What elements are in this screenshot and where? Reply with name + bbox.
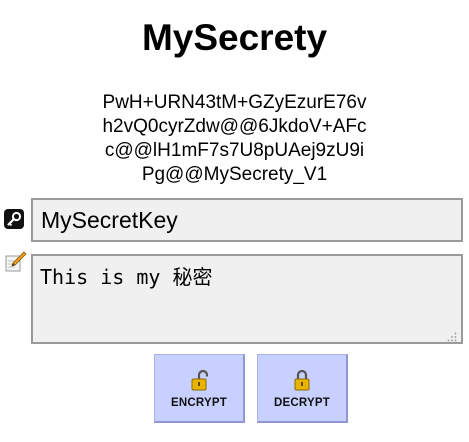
ciphertext-line: h2vQ0cyrZdw@@6JkdoV+AFc: [102, 116, 367, 137]
encrypt-button[interactable]: ENCRYPT: [154, 354, 245, 423]
ciphertext-line: c@@lH1mF7s7U8pUAej9zU9i: [104, 140, 365, 161]
encrypt-button-label: ENCRYPT: [171, 397, 227, 409]
key-icon: [4, 209, 24, 229]
decrypt-button[interactable]: DECRYPT: [257, 354, 348, 423]
secret-key-input[interactable]: [31, 198, 463, 242]
ciphertext-line: PwH+URN43tM+GZyEzurE76v: [102, 92, 367, 113]
ciphertext-output: PwH+URN43tM+GZyEzurE76v h2vQ0cyrZdw@@6Jk…: [0, 91, 469, 187]
decrypt-button-label: DECRYPT: [274, 397, 330, 409]
message-textarea[interactable]: This is my 秘密: [31, 254, 463, 344]
resize-handle-icon[interactable]: [447, 329, 457, 342]
locked-padlock-icon: [293, 369, 313, 391]
unlocked-padlock-icon: [190, 369, 210, 391]
pencil-icon: [5, 251, 27, 273]
ciphertext-line: Pg@@MySecrety_V1: [141, 164, 328, 185]
app-title: MySecrety: [141, 17, 328, 58]
